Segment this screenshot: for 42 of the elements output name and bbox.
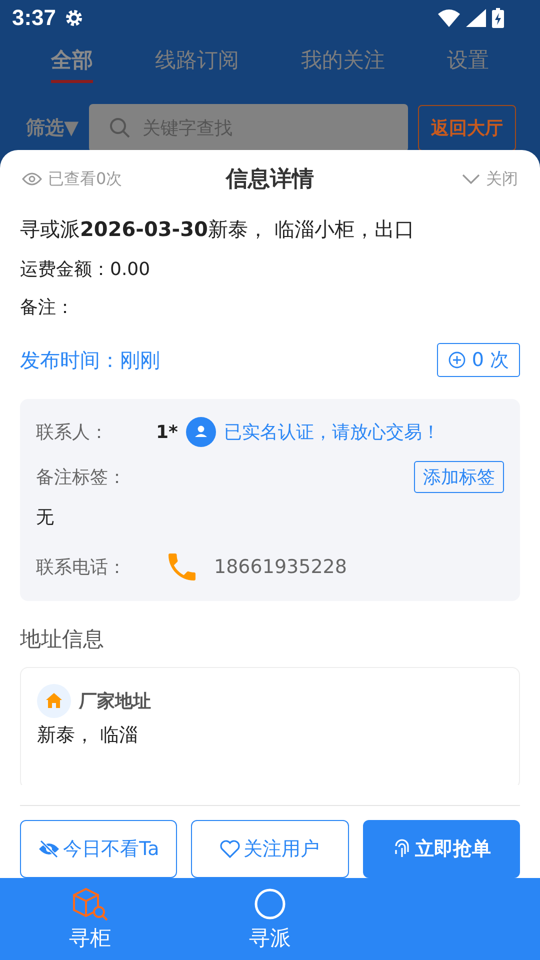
follow-button[interactable]: 关注用户 — [191, 820, 349, 878]
eye-icon — [22, 172, 42, 186]
filter-dropdown[interactable]: 筛选▼ — [26, 115, 79, 141]
tab[interactable]: 全部 — [51, 40, 93, 82]
view-count: 已查看0次 — [48, 168, 122, 190]
box-search-icon — [70, 886, 110, 922]
tab[interactable]: 我的关注 — [301, 40, 385, 82]
wifi-icon — [438, 9, 460, 27]
user-icon — [186, 417, 216, 447]
signal-icon — [466, 9, 486, 27]
phone-label: 联系电话： — [36, 556, 127, 579]
nav-item[interactable]: 寻柜 — [0, 878, 180, 960]
address-value: 新泰， 临淄 — [37, 723, 140, 748]
plus-circle-icon — [448, 351, 466, 369]
sheet-title: 信息详情 — [226, 166, 314, 194]
add-tag-button[interactable]: 添加标签 — [414, 461, 504, 493]
verified-text: 已实名认证，请放心交易！ — [224, 421, 440, 444]
publish-time: 发布时间：刚刚 — [20, 346, 160, 374]
eye-off-icon — [38, 840, 60, 858]
phone-number[interactable]: 18661935228 — [214, 556, 347, 578]
search-icon — [108, 117, 131, 139]
nav-item[interactable]: 寻派 — [180, 878, 360, 960]
headline: 寻或派2026-03-30新泰， 临淄小柜，出口 — [20, 216, 416, 243]
home-icon — [37, 684, 71, 718]
status-time: 3:37 — [12, 5, 56, 31]
note-text: 备注： — [20, 296, 75, 319]
tab[interactable]: 线路订阅 — [155, 40, 239, 82]
heart-icon — [220, 840, 240, 858]
address-heading: 地址信息 — [20, 626, 105, 653]
contact-label: 联系人： — [36, 421, 109, 444]
grab-order-button[interactable]: 立即抢单 — [362, 820, 520, 878]
tag-label: 备注标签： — [36, 466, 127, 489]
count-button[interactable]: 0 次 — [436, 343, 520, 377]
close-button[interactable]: 关闭 — [388, 168, 518, 190]
tag-value: 无 — [36, 506, 55, 529]
chevron-down-icon — [462, 174, 480, 184]
tab[interactable]: 设置 — [447, 40, 489, 82]
address-label: 厂家地址 — [79, 690, 151, 713]
fee-text: 运费金额：0.00 — [20, 258, 152, 281]
hide-button[interactable]: 今日不看Ta — [20, 820, 178, 878]
contact-name: 1* — [156, 422, 178, 442]
battery-icon — [492, 8, 504, 28]
